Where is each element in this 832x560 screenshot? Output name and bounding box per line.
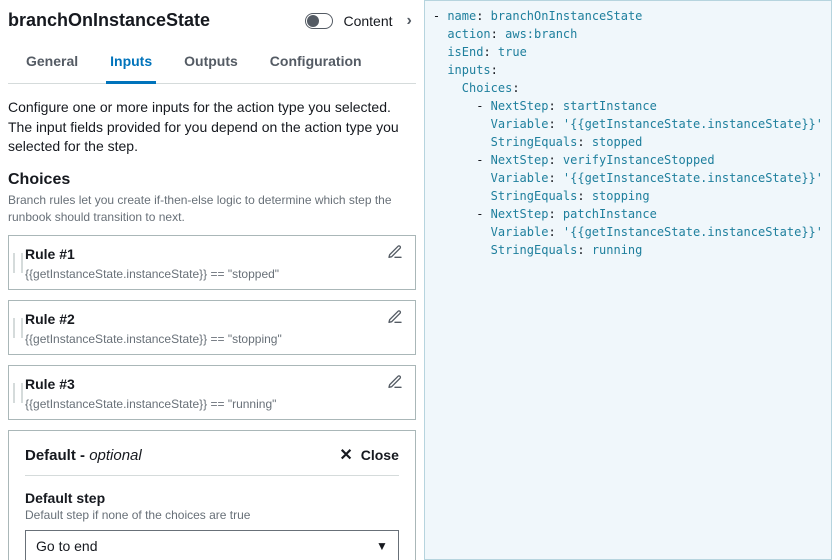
edit-icon[interactable]: [387, 244, 403, 263]
default-step-select[interactable]: Go to end ▼: [25, 530, 399, 560]
rule-card[interactable]: Rule #2 {{getInstanceState.instanceState}…: [8, 300, 416, 355]
expand-chevron-icon[interactable]: ›: [403, 12, 416, 30]
page-title: branchOnInstanceState: [8, 10, 210, 31]
rule-expression: {{getInstanceState.instanceState}} == "r…: [25, 397, 403, 411]
default-step-help: Default step if none of the choices are …: [25, 508, 399, 522]
default-title: Default - optional: [25, 447, 142, 464]
form-panel: branchOnInstanceState Content › General …: [0, 0, 424, 560]
close-button[interactable]: ✕ Close: [339, 445, 399, 465]
default-title-main: Default: [25, 447, 76, 464]
edit-icon[interactable]: [387, 309, 403, 328]
header-actions: Content ›: [305, 12, 415, 30]
close-label: Close: [361, 447, 399, 463]
default-step-label: Default step: [25, 490, 399, 506]
close-icon: ✕: [339, 445, 352, 465]
rule-expression: {{getInstanceState.instanceState}} == "s…: [25, 332, 403, 346]
default-title-optional: optional: [89, 447, 142, 464]
rule-title: Rule #3: [25, 376, 75, 392]
inputs-section: Configure one or more inputs for the act…: [8, 84, 416, 560]
content-toggle[interactable]: [305, 13, 333, 29]
tab-configuration[interactable]: Configuration: [266, 41, 366, 83]
rule-card[interactable]: Rule #3 {{getInstanceState.instanceState}…: [8, 365, 416, 420]
content-toggle-label: Content: [343, 13, 392, 29]
edit-icon[interactable]: [387, 374, 403, 393]
yaml-preview: - name: branchOnInstanceState action: aw…: [424, 0, 832, 560]
tabs-bar: General Inputs Outputs Configuration: [8, 41, 416, 84]
choices-heading: Choices: [8, 171, 416, 189]
default-step-value: Go to end: [36, 538, 98, 554]
tab-inputs[interactable]: Inputs: [106, 41, 156, 84]
caret-down-icon: ▼: [376, 539, 388, 553]
panel-header: branchOnInstanceState Content ›: [8, 6, 416, 41]
rule-card[interactable]: Rule #1 {{getInstanceState.instanceState}…: [8, 235, 416, 290]
rule-title: Rule #1: [25, 246, 75, 262]
inputs-description: Configure one or more inputs for the act…: [8, 98, 416, 157]
choices-help: Branch rules let you create if-then-else…: [8, 192, 416, 226]
rule-title: Rule #2: [25, 311, 75, 327]
rule-expression: {{getInstanceState.instanceState}} == "s…: [25, 267, 403, 281]
tab-general[interactable]: General: [22, 41, 82, 83]
default-card-header: Default - optional ✕ Close: [25, 445, 399, 476]
tab-outputs[interactable]: Outputs: [180, 41, 242, 83]
default-step-card: Default - optional ✕ Close Default step …: [8, 430, 416, 560]
